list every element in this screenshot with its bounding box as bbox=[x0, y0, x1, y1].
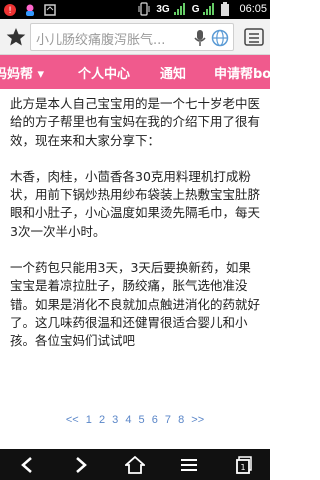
pagination-page[interactable]: 8 bbox=[178, 414, 184, 426]
pagination-page[interactable]: 7 bbox=[165, 414, 171, 426]
back-icon bbox=[19, 456, 35, 474]
browser-bottom-nav: 1 bbox=[0, 449, 270, 480]
pagination-page[interactable]: 2 bbox=[99, 414, 105, 426]
article-paragraph: 木香，肉桂，小茴香各30克用料理机打成粉状，用前下锅炒热用纱布袋装上热敷宝宝肚脐… bbox=[10, 168, 261, 239]
nav-item-mama-group[interactable]: 妈妈帮 ▾ bbox=[0, 63, 44, 82]
forward-icon bbox=[73, 456, 89, 474]
article-paragraph: 一个药包只能用3天，3天后要换新药，如果宝宝是着凉拉肚子，肠绞痛，胀气选他准没错… bbox=[10, 260, 261, 349]
vibrate-icon bbox=[138, 2, 152, 16]
nav-item-profile[interactable]: 个人中心 bbox=[78, 63, 130, 82]
tabs-button[interactable]: 1 bbox=[216, 451, 270, 478]
menu-lines-icon bbox=[179, 457, 199, 473]
network-g-label: G bbox=[191, 3, 200, 15]
notification-icon: ! bbox=[3, 2, 17, 16]
signal-icon bbox=[203, 2, 217, 16]
pagination-page[interactable]: 4 bbox=[125, 414, 131, 426]
pagination-page[interactable]: 3 bbox=[112, 414, 118, 426]
nav-item-notifications[interactable]: 通知 bbox=[160, 63, 186, 82]
search-input[interactable]: 小儿肠绞痛腹泻胀气... bbox=[30, 23, 234, 51]
battery-icon bbox=[221, 2, 235, 16]
pagination-page[interactable]: 6 bbox=[152, 414, 158, 426]
pagination-next[interactable]: >> bbox=[191, 414, 204, 426]
pagination: << 1 2 3 4 5 6 7 8 >> bbox=[0, 414, 270, 430]
menu-button[interactable] bbox=[162, 451, 216, 478]
search-query-text: 小儿肠绞痛腹泻胀气... bbox=[36, 33, 166, 47]
mic-icon[interactable] bbox=[193, 29, 207, 47]
pagination-page[interactable]: 5 bbox=[139, 414, 145, 426]
home-icon bbox=[125, 455, 145, 474]
svg-text:1: 1 bbox=[240, 463, 245, 472]
browser-address-bar: 小儿肠绞痛腹泻胀气... bbox=[0, 19, 270, 55]
pagination-prev[interactable]: << bbox=[66, 414, 79, 426]
pagination-page[interactable]: 1 bbox=[86, 414, 92, 426]
baby-icon bbox=[23, 2, 37, 16]
nav-item-apply[interactable]: 申请帮bo bbox=[214, 63, 270, 82]
clock: 06:05 bbox=[239, 3, 267, 15]
article-body: 此方是本人自己宝宝用的是一个七十岁老中医给的方子帮里也有宝妈在我的介绍下用了很有… bbox=[10, 95, 260, 369]
tabs-icon: 1 bbox=[234, 455, 252, 474]
forward-button[interactable] bbox=[54, 451, 108, 478]
back-button[interactable] bbox=[0, 451, 54, 478]
status-bar: ! 3G G 06:05 bbox=[0, 0, 270, 19]
globe-icon[interactable] bbox=[211, 29, 229, 47]
site-nav-bar: 妈妈帮 ▾ 个人中心 通知 申请帮bo bbox=[0, 55, 270, 89]
home-button[interactable] bbox=[108, 451, 162, 478]
network-3g-label: 3G bbox=[156, 3, 170, 15]
svg-text:!: ! bbox=[8, 6, 12, 16]
article-paragraph: 此方是本人自己宝宝用的是一个七十岁老中医给的方子帮里也有宝妈在我的介绍下用了很有… bbox=[10, 96, 261, 148]
sync-icon bbox=[43, 2, 57, 16]
star-icon[interactable] bbox=[6, 27, 26, 47]
menu-icon[interactable] bbox=[244, 28, 264, 46]
signal-icon bbox=[173, 2, 188, 16]
